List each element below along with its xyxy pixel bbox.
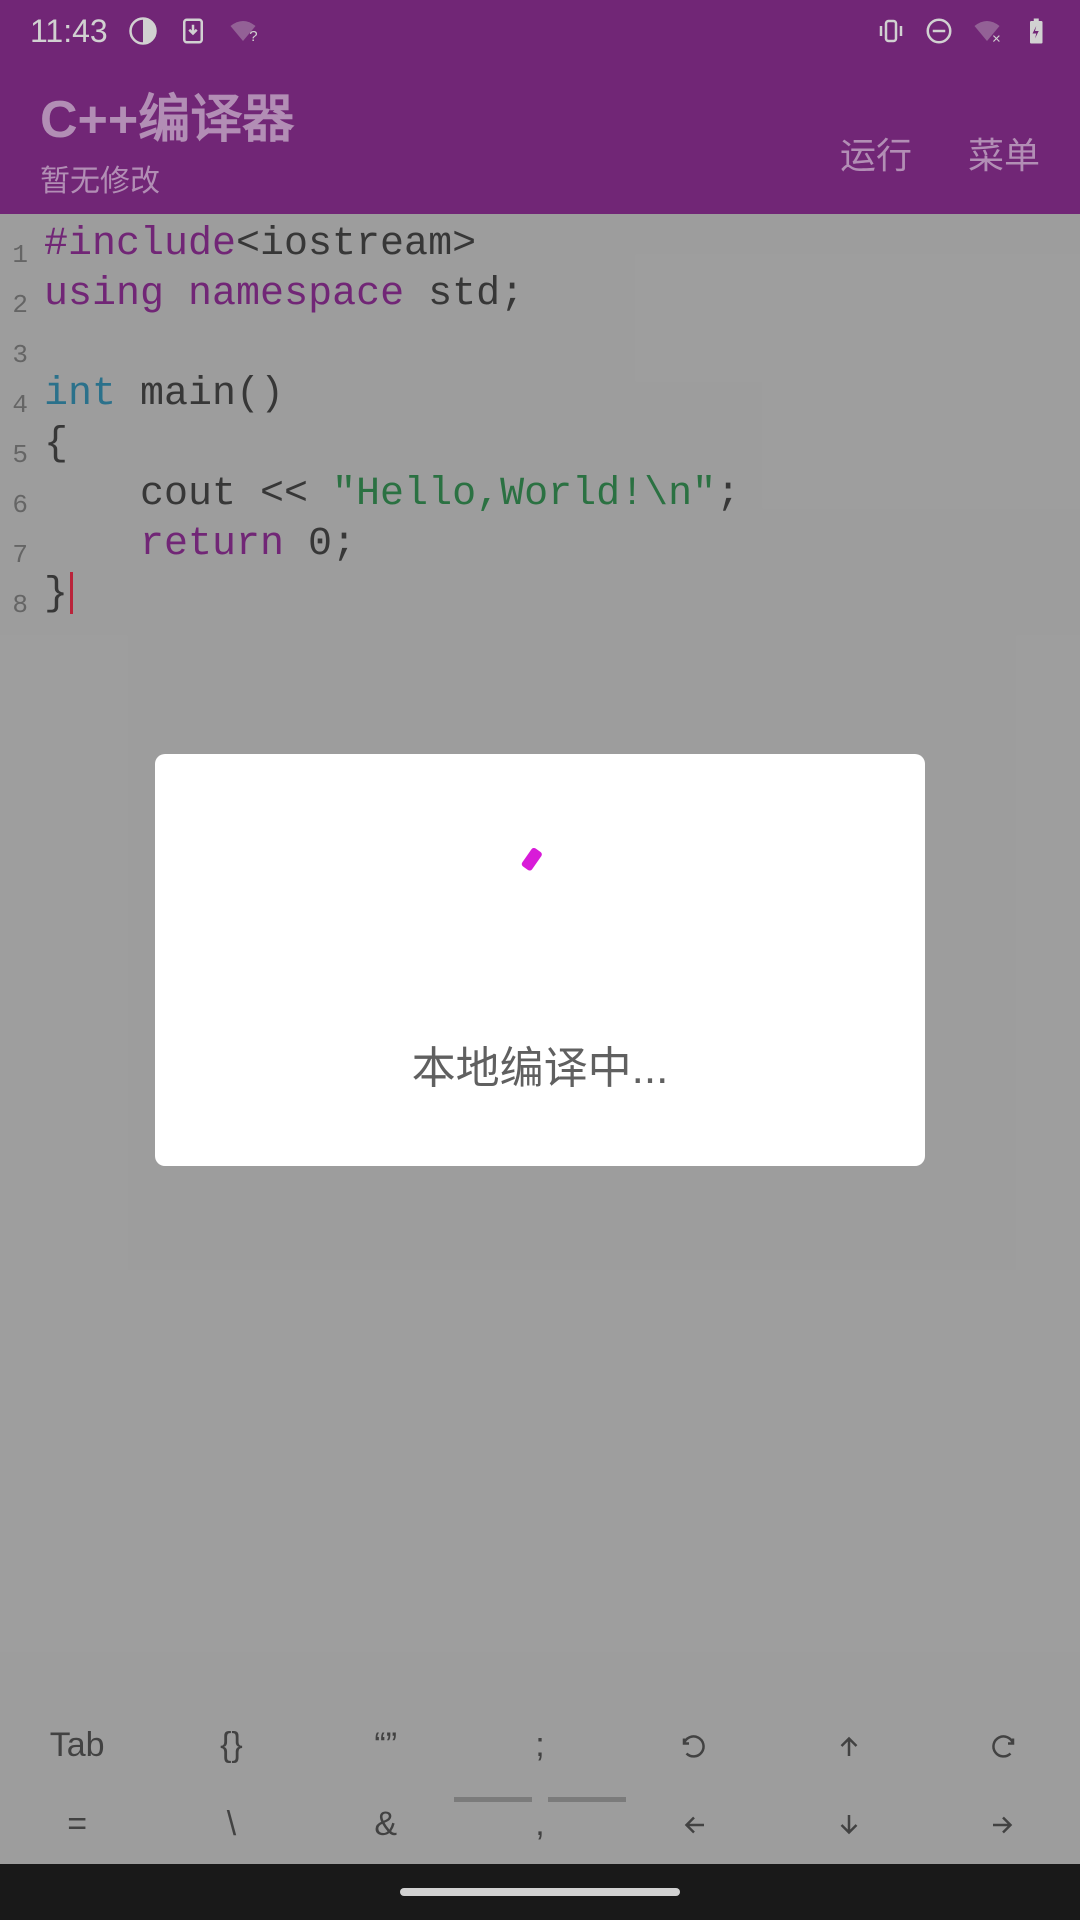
status-bar: 11:43 ? × <box>0 0 1080 62</box>
left-icon <box>679 1810 709 1840</box>
line-number: 1 <box>0 230 28 280</box>
symbol-keyboard: Tab{}“”; =\&, <box>0 1706 1080 1864</box>
run-button[interactable]: 运行 <box>840 127 912 179</box>
dialog-message: 本地编译中... <box>412 1032 669 1096</box>
down-icon <box>834 1810 864 1840</box>
keyboard-page-indicator <box>454 1797 626 1802</box>
keyboard-row-1: Tab{}“”; <box>0 1706 1080 1785</box>
nav-home-pill[interactable] <box>400 1888 680 1896</box>
code-line[interactable]: { <box>44 420 1080 470</box>
key-symbol[interactable]: = <box>0 1785 154 1864</box>
up-key[interactable] <box>771 1706 925 1785</box>
spinner-icon <box>505 854 575 924</box>
system-nav-bar <box>0 1864 1080 1920</box>
wifi-off-icon: × <box>972 16 1002 46</box>
status-time: 11:43 <box>30 13 108 50</box>
line-number: 4 <box>0 380 28 430</box>
redo-key[interactable] <box>926 1706 1080 1785</box>
code-line[interactable]: } <box>44 570 1080 620</box>
code-content[interactable]: #include<iostream>using namespace std; in… <box>36 220 1080 630</box>
code-line[interactable]: return 0; <box>44 520 1080 570</box>
app-title: C++编译器 <box>40 77 840 152</box>
key-tab[interactable]: Tab <box>0 1706 154 1785</box>
compile-dialog: 本地编译中... <box>155 754 925 1166</box>
key-symbol[interactable]: “” <box>309 1706 463 1785</box>
dnd-icon <box>924 16 954 46</box>
svg-text:?: ? <box>249 28 257 45</box>
line-number: 2 <box>0 280 28 330</box>
code-line[interactable] <box>44 320 1080 370</box>
line-number: 7 <box>0 530 28 580</box>
download-icon <box>178 16 208 46</box>
left-key[interactable] <box>617 1785 771 1864</box>
up-icon <box>834 1731 864 1761</box>
code-line[interactable]: #include<iostream> <box>44 220 1080 270</box>
line-number: 5 <box>0 430 28 480</box>
key-symbol[interactable]: \ <box>154 1785 308 1864</box>
right-icon <box>988 1810 1018 1840</box>
app-bar-title-area: C++编译器 暂无修改 <box>40 77 840 200</box>
app-icon <box>128 16 158 46</box>
key-symbol[interactable]: {} <box>154 1706 308 1785</box>
menu-button[interactable]: 菜单 <box>968 127 1040 179</box>
code-editor[interactable]: 12345678 #include<iostream>using namespa… <box>0 214 1080 630</box>
vibrate-icon <box>876 16 906 46</box>
text-cursor <box>70 572 73 614</box>
app-subtitle: 暂无修改 <box>40 156 840 200</box>
key-symbol[interactable]: ; <box>463 1706 617 1785</box>
key-symbol[interactable]: & <box>309 1785 463 1864</box>
undo-key[interactable] <box>617 1706 771 1785</box>
line-number-gutter: 12345678 <box>0 220 36 630</box>
line-number: 6 <box>0 480 28 530</box>
status-left: 11:43 ? <box>30 13 258 50</box>
right-key[interactable] <box>926 1785 1080 1864</box>
code-line[interactable]: int main() <box>44 370 1080 420</box>
code-line[interactable]: cout << "Hello,World!\n"; <box>44 470 1080 520</box>
redo-icon <box>988 1731 1018 1761</box>
line-number: 8 <box>0 580 28 630</box>
app-bar-actions: 运行 菜单 <box>840 97 1040 179</box>
svg-text:×: × <box>992 31 1001 47</box>
down-key[interactable] <box>771 1785 925 1864</box>
app-bar: C++编译器 暂无修改 运行 菜单 <box>0 62 1080 214</box>
code-line[interactable]: using namespace std; <box>44 270 1080 320</box>
undo-icon <box>679 1731 709 1761</box>
status-right: × <box>876 16 1050 46</box>
wifi-unknown-icon: ? <box>228 16 258 46</box>
line-number: 3 <box>0 330 28 380</box>
battery-charging-icon <box>1020 16 1050 46</box>
